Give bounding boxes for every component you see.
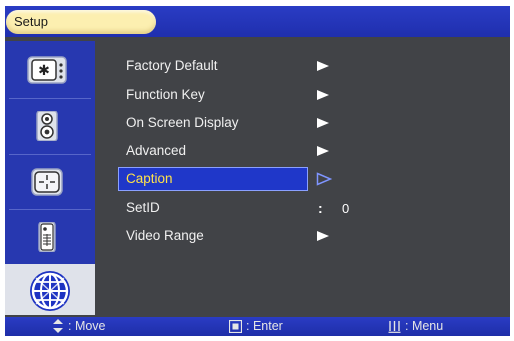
value-separator: : (318, 200, 323, 216)
hint-move: : Move (52, 319, 106, 333)
remote-control-icon (38, 222, 56, 252)
sidebar-item-picture[interactable]: ✱ (5, 43, 95, 97)
header-bar: Setup (5, 6, 510, 37)
menu-item-video-range[interactable]: Video Range (126, 226, 204, 246)
hint-menu-label: : Menu (405, 319, 444, 333)
sidebar-item-position[interactable] (5, 155, 95, 209)
menu-item-setid[interactable]: SetID (126, 198, 160, 218)
hint-menu: : Menu (388, 319, 443, 333)
menu-item-advanced[interactable]: Advanced (126, 141, 186, 161)
page-title: Setup (14, 14, 48, 29)
sidebar-item-globe[interactable] (5, 264, 95, 315)
menu-item-function-key[interactable]: Function Key (126, 85, 205, 105)
footer-hint-bar: : Move : Enter : Menu (5, 317, 510, 336)
speaker-icon (36, 111, 58, 141)
hint-enter-label: : Enter (246, 319, 283, 333)
sidebar-item-audio[interactable] (5, 99, 95, 153)
svg-text:✱: ✱ (38, 63, 50, 79)
menu-item-on-screen-display[interactable]: On Screen Display (126, 113, 239, 133)
sidebar-item-remote[interactable] (5, 210, 95, 264)
picture-icon: ✱ (27, 56, 67, 84)
submenu-arrow-icon (317, 231, 329, 241)
crosshair-icon (31, 168, 63, 196)
menu-item-caption[interactable]: Caption (126, 169, 173, 189)
hint-move-label: : Move (68, 319, 106, 333)
up-down-arrows-icon (53, 319, 63, 333)
submenu-arrow-icon (317, 90, 329, 100)
submenu-arrow-icon (317, 118, 329, 128)
hint-enter: : Enter (229, 319, 283, 333)
menu-key-icon (388, 320, 401, 333)
title-pill: Setup (6, 10, 156, 34)
enter-key-icon (229, 319, 242, 333)
menu-item-factory-default[interactable]: Factory Default (126, 56, 218, 76)
setid-value: 0 (342, 201, 350, 216)
submenu-arrow-icon (317, 61, 329, 71)
submenu-arrow-icon (317, 146, 329, 156)
setup-menu-panel: Setup ✱ Factory Default Function Key On … (5, 6, 510, 336)
submenu-arrow-outline-icon (316, 172, 332, 186)
globe-icon (30, 271, 70, 311)
